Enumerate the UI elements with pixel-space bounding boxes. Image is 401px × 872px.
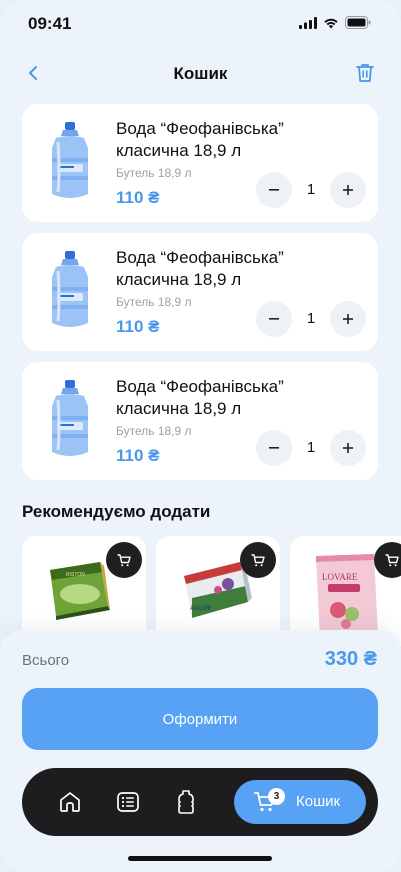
tab-cart[interactable]: 3 Кошик [234, 780, 366, 824]
checkout-button[interactable]: Оформити [22, 688, 378, 750]
tab-orders[interactable] [114, 788, 142, 816]
status-time: 09:41 [28, 14, 72, 33]
trash-icon [356, 64, 374, 82]
page-title: Кошик [173, 64, 228, 83]
recommendations-title: Рекомендуємо додати [22, 502, 211, 521]
bottle-icon [178, 790, 194, 814]
item-subtitle: Бутель 18,9 л [116, 166, 192, 180]
water-bottle-image [52, 380, 88, 456]
water-bottle-image [52, 251, 88, 327]
cart-screen: 09:41 Кошик Вода “Феофанівська” класична… [0, 0, 401, 872]
quantity-value: 1 [306, 439, 316, 456]
decrease-quantity-button[interactable] [256, 430, 292, 466]
decrease-quantity-button[interactable] [256, 172, 292, 208]
home-indicator [128, 856, 272, 861]
decrease-quantity-button[interactable] [256, 301, 292, 337]
total-value: 330 ₴ [324, 648, 377, 670]
tab-bar: 3 Кошик [22, 768, 378, 836]
increase-quantity-button[interactable] [330, 301, 366, 337]
cart-item: Вода “Феофанівська” класична 18,9 л Буте… [22, 362, 378, 480]
rec-brand-text: RISTON [66, 572, 85, 578]
item-price: 110 ₴ [116, 188, 160, 207]
battery-icon [345, 16, 371, 29]
quantity-stepper: 1 [256, 430, 366, 466]
item-subtitle: Бутель 18,9 л [116, 424, 192, 438]
status-bar: 09:41 [0, 0, 401, 46]
add-to-cart-button[interactable] [240, 542, 276, 578]
quantity-stepper: 1 [256, 172, 366, 208]
cart-item: Вода “Феофанівська” класична 18,9 л Буте… [22, 104, 378, 222]
list-icon [117, 792, 139, 812]
add-to-cart-button[interactable] [106, 542, 142, 578]
plus-icon [343, 314, 353, 324]
status-icons [299, 16, 371, 29]
item-price: 110 ₴ [116, 317, 160, 336]
minus-icon [269, 189, 279, 191]
tab-cart-label: Кошик [296, 793, 341, 810]
wifi-icon [324, 18, 338, 28]
increase-quantity-button[interactable] [330, 172, 366, 208]
home-icon [60, 792, 80, 812]
item-name: Вода “Феофанівська” класична 18,9 л [116, 119, 284, 160]
item-name: Вода “Феофанівська” класична 18,9 л [116, 248, 284, 289]
minus-icon [269, 318, 279, 320]
minus-icon [269, 447, 279, 449]
order-summary: Всього 330 ₴ Оформити 3 Кошик [0, 630, 401, 872]
quantity-stepper: 1 [256, 301, 366, 337]
header: Кошик [0, 56, 401, 92]
tab-home[interactable] [56, 788, 84, 816]
increase-quantity-button[interactable] [330, 430, 366, 466]
clear-cart-button[interactable] [353, 60, 377, 86]
cart-icon [117, 553, 131, 566]
water-bottle-image [52, 122, 88, 198]
rec-brand-text: Ascofit [190, 605, 211, 612]
plus-icon [343, 185, 353, 195]
cart-icon [251, 553, 265, 566]
cart-icon [385, 553, 399, 566]
item-price: 110 ₴ [116, 446, 160, 465]
signal-icon [299, 16, 317, 29]
item-name: Вода “Феофанівська” класична 18,9 л [116, 377, 284, 418]
total-label: Всього [22, 652, 70, 669]
item-subtitle: Бутель 18,9 л [116, 295, 192, 309]
plus-icon [343, 443, 353, 453]
tab-catalog[interactable] [172, 788, 200, 816]
cart-count-badge: 3 [268, 788, 285, 805]
quantity-value: 1 [306, 310, 316, 327]
rec-brand-text: LOVARE [322, 572, 358, 582]
cart-item: Вода “Феофанівська” класична 18,9 л Буте… [22, 233, 378, 351]
quantity-value: 1 [306, 181, 316, 198]
